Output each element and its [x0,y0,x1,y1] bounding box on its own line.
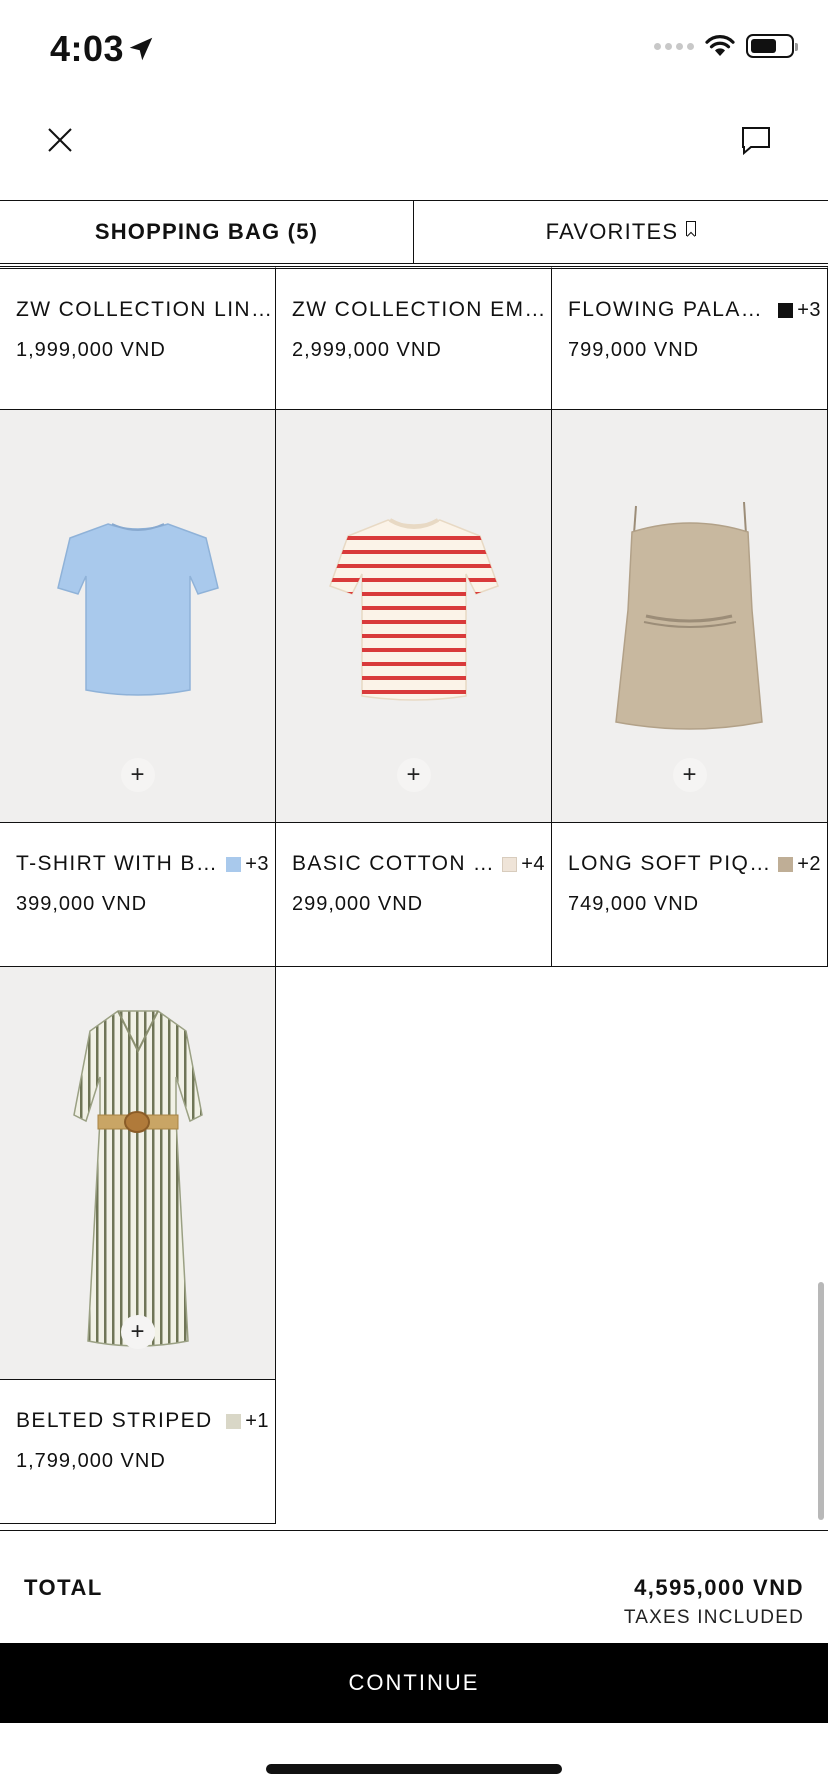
product-card[interactable]: ZW COLLECTION EMBROIDERED 2,999,000 VND [276,266,552,410]
product-price: 749,000 VND [568,893,700,915]
product-price: 1,999,000 VND [16,339,166,361]
color-swatch[interactable] [778,856,794,872]
more-colors-count: +3 [797,298,821,321]
product-image[interactable]: + [0,967,275,1380]
product-info: LONG SOFT PIQUE +2 749,000 VND [552,823,827,967]
product-image[interactable]: + [276,410,551,823]
product-price: 2,999,000 VND [292,339,442,361]
product-card[interactable]: FLOWING PALAZZO +3 799,000 VND [552,266,828,410]
color-swatch[interactable] [226,856,242,872]
product-image[interactable]: + [0,410,275,823]
product-info: BASIC COTTON T-SHIRT +4 299,000 VND [276,823,551,967]
product-image[interactable]: + [552,410,827,823]
wifi-icon [705,35,735,56]
location-arrow-icon [129,37,153,61]
status-indicators [654,34,798,58]
product-name: BELTED STRIPED [16,1409,213,1432]
product-name: ZW COLLECTION EMBROIDERED [292,298,551,321]
battery-icon [746,34,798,58]
tab-favorites-label: FAVORITES [545,219,679,244]
close-icon[interactable] [42,122,78,158]
tab-shopping-bag[interactable]: SHOPPING BAG (5) [0,201,414,263]
more-colors-count: +1 [245,1409,269,1432]
product-card[interactable]: ZW COLLECTION LINEN 1,999,000 VND [0,266,276,410]
product-card[interactable]: + LONG SOFT PIQUE +2 749,000 VND [552,410,828,967]
product-row: + BELTED STRIPED +1 1,799,000 VND [0,967,828,1524]
product-name: FLOWING PALAZZO [568,298,771,321]
status-bar: 4:03 [0,0,828,100]
total-value: 4,595,000 VND [634,1575,804,1600]
product-name: BASIC COTTON T-SHIRT [292,852,495,875]
product-info: BELTED STRIPED +1 1,799,000 VND [0,1380,275,1524]
more-colors-count: +4 [521,852,545,875]
color-swatch[interactable] [226,1413,242,1429]
color-swatch[interactable] [502,856,518,872]
product-price: 399,000 VND [16,893,148,915]
add-to-cart-button[interactable]: + [120,1315,155,1349]
home-indicator[interactable] [266,1764,562,1774]
color-swatch[interactable] [778,302,794,318]
status-time: 4:03 [50,28,125,69]
add-to-cart-button[interactable]: + [120,758,155,792]
product-price: 299,000 VND [292,893,424,915]
order-summary: TOTAL 4,595,000 VND TAXES INCLUDED [0,1530,828,1642]
more-colors-count: +2 [797,852,821,875]
taxes-note: TAXES INCLUDED [623,1607,804,1628]
scrollbar[interactable] [818,1282,824,1520]
total-label: TOTAL [24,1575,103,1600]
tab-favorites[interactable]: FAVORITES [414,201,828,263]
product-row: ZW COLLECTION LINEN 1,999,000 VND ZW COL… [0,266,828,410]
product-row: + T-SHIRT WITH BASIC +3 399,000 VND [0,410,828,967]
tab-shopping-bag-label: SHOPPING BAG (5) [94,219,319,244]
product-grid: ZW COLLECTION LINEN 1,999,000 VND ZW COL… [0,266,828,1532]
more-colors-count: +3 [245,852,269,875]
add-to-cart-button[interactable]: + [396,758,431,792]
product-card[interactable]: + BASIC COTTON T-SHIRT +4 299,000 VND [276,410,552,967]
product-card[interactable]: + T-SHIRT WITH BASIC +3 399,000 VND [0,410,276,967]
product-price: 1,799,000 VND [16,1450,166,1472]
product-card[interactable]: + BELTED STRIPED +1 1,799,000 VND [0,967,276,1524]
bookmark-icon [686,220,697,236]
top-nav [0,100,828,200]
product-name: LONG SOFT PIQUE [568,852,771,875]
product-price: 799,000 VND [568,339,700,361]
bag-tabs: SHOPPING BAG (5) FAVORITES [0,200,828,264]
product-name: ZW COLLECTION LINEN [16,298,275,321]
continue-button[interactable]: CONTINUE [0,1643,828,1723]
product-info: T-SHIRT WITH BASIC +3 399,000 VND [0,823,275,967]
cellular-signal-icon [654,42,694,50]
product-name: T-SHIRT WITH BASIC [16,852,218,875]
chat-icon[interactable] [738,122,774,158]
add-to-cart-button[interactable]: + [672,758,707,792]
